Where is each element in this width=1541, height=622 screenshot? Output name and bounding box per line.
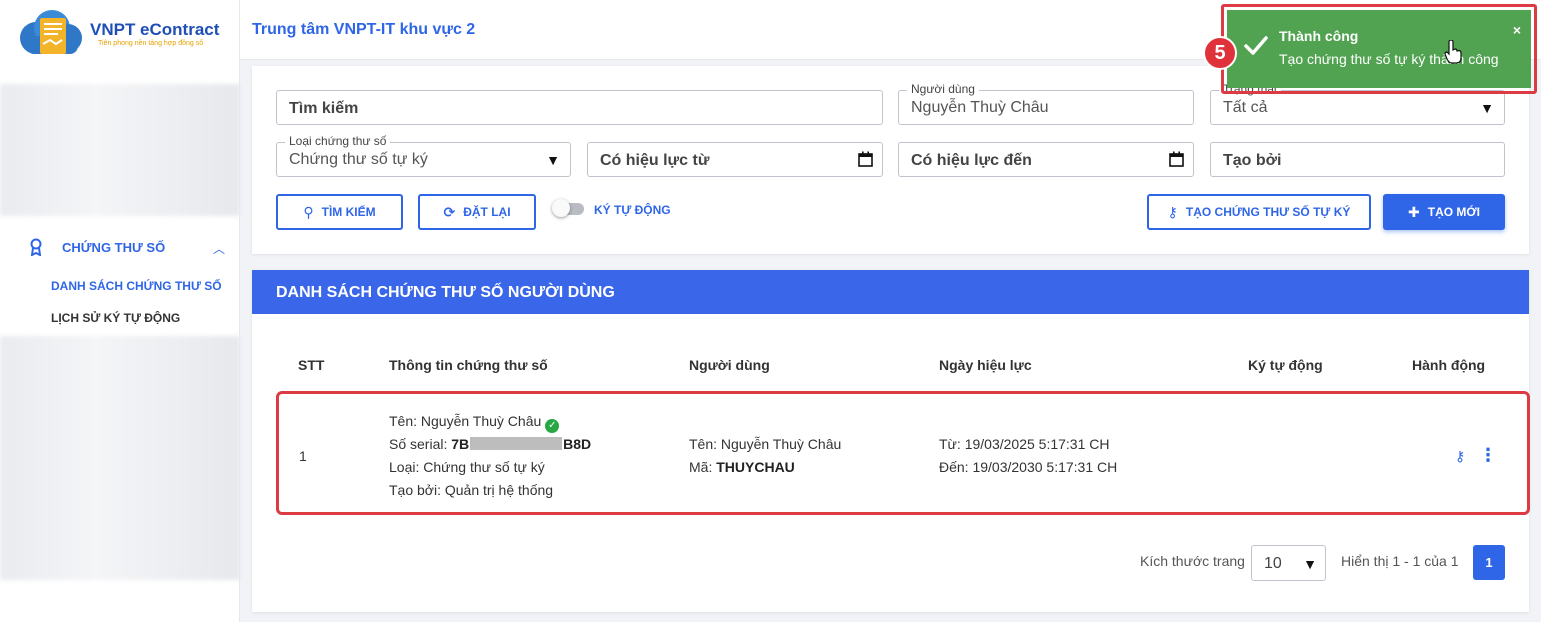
valid-from: Từ: 19/03/2025 5:17:31 CH: [939, 436, 1110, 452]
search-placeholder: Tìm kiếm: [289, 100, 359, 117]
page-size-label: Kích thước trang: [1140, 553, 1245, 569]
certificate-type-value: Chứng thư số tự ký: [289, 151, 428, 168]
brand-name: VNPT eContract: [90, 20, 220, 39]
search-icon: ⚲: [303, 203, 314, 220]
certificate-created-by: Tạo bởi: Quản trị hệ thống: [389, 482, 554, 498]
user-code: THUYCHAU: [716, 459, 795, 475]
user-field-value: Nguyễn Thuỳ Châu: [911, 99, 1049, 116]
table-title-bar: DANH SÁCH CHỨNG THƯ SỐ NGƯỜI DÙNG: [252, 270, 1529, 314]
user-field[interactable]: Người dùng Nguyễn Thuỳ Châu: [898, 82, 1194, 125]
create-self-signed-button[interactable]: ⚷ TẠO CHỨNG THƯ SỐ TỰ KÝ: [1147, 194, 1371, 230]
reset-button[interactable]: ⟳ ĐẶT LẠI: [418, 194, 536, 230]
page-size-select[interactable]: 10 ▼: [1251, 545, 1326, 581]
certificate-type-label: Loại chứng thư số: [285, 134, 391, 148]
certificate-type-select[interactable]: Loại chứng thư số Chứng thư số tự ký ▼: [276, 134, 571, 177]
search-button-label: TÌM KIẾM: [321, 205, 376, 219]
table-row[interactable]: 1 Tên: Nguyễn Thuỳ Châu ✓ Số serial: 7B B8…: [276, 391, 1530, 515]
verified-check-icon: ✓: [545, 419, 560, 433]
sidebar-item-auto-sign-history[interactable]: LỊCH SỬ KÝ TỰ ĐỘNG: [51, 311, 180, 325]
certificate-table-panel: DANH SÁCH CHỨNG THƯ SỐ NGƯỜI DÙNG STT Th…: [252, 270, 1530, 612]
valid-from-date-input[interactable]: Có hiệu lực từ: [587, 142, 883, 177]
column-header-validity: Ngày hiệu lực: [939, 357, 1032, 373]
validity-cell: Từ: 19/03/2025 5:17:31 CH Đến: 19/03/203…: [939, 433, 1117, 479]
column-header-certificate-info: Thông tin chứng thư số: [389, 357, 548, 373]
create-new-label: TẠO MỚI: [1427, 205, 1480, 219]
create-self-signed-label: TẠO CHỨNG THƯ SỐ TỰ KÝ: [1185, 205, 1351, 219]
certificate-icon: [30, 238, 42, 256]
certificate-name: Tên: Nguyễn Thuỳ Châu: [389, 413, 542, 429]
blurred-menu-items: [0, 84, 240, 216]
valid-from-placeholder: Có hiệu lực từ: [600, 152, 710, 169]
column-header-user: Người dùng: [689, 357, 770, 373]
created-by-placeholder: Tạo bởi: [1223, 152, 1282, 169]
user-cell: Tên: Nguyễn Thuỳ Châu Mã: THUYCHAU: [689, 433, 841, 479]
certificate-serial-line: Số serial: 7B B8D: [389, 433, 591, 456]
org-title: Trung tâm VNPT-IT khu vực 2: [252, 21, 476, 38]
created-by-input[interactable]: Tạo bởi: [1210, 142, 1505, 177]
valid-to: Đến: 19/03/2030 5:17:31 CH: [939, 459, 1118, 475]
hand-cursor-icon: [1444, 40, 1462, 64]
sidebar-item-certificate-list[interactable]: DANH SÁCH CHỨNG THƯ SỐ: [51, 279, 222, 293]
key-icon[interactable]: ⚷: [1455, 448, 1465, 465]
dropdown-arrow-icon: ▼: [1480, 100, 1494, 116]
key-icon: ⚷: [1167, 203, 1178, 220]
page-button-current[interactable]: 1: [1473, 545, 1505, 580]
user-code-line: Mã: THUYCHAU: [689, 456, 841, 479]
certificate-info-cell: Tên: Nguyễn Thuỳ Châu ✓ Số serial: 7B B8D …: [389, 410, 591, 502]
valid-to-date-input[interactable]: Có hiệu lực đến: [898, 142, 1194, 177]
blurred-menu-items: [0, 336, 240, 580]
brand-tagline: Tiên phong nền tảng hợp đồng số: [98, 40, 204, 47]
user-name: Tên: Nguyễn Thuỳ Châu: [689, 436, 842, 452]
auto-sign-toggle[interactable]: [552, 199, 584, 217]
status-select-value: Tất cả: [1223, 99, 1268, 116]
row-stt: 1: [299, 448, 307, 464]
brand-logo[interactable]: VNPT eContract Tiên phong nền tảng hợp đ…: [14, 8, 234, 64]
reset-button-label: ĐẶT LẠI: [463, 205, 511, 219]
filter-panel: Tìm kiếm Người dùng Nguyễn Thuỳ Châu Trạ…: [252, 66, 1529, 254]
serial-start: 7B: [451, 436, 470, 452]
user-code-label: Mã:: [689, 459, 717, 475]
calendar-icon[interactable]: [858, 151, 873, 167]
dropdown-arrow-icon: ▼: [1303, 556, 1317, 572]
sidebar-group-certificates[interactable]: CHỨNG THƯ SỐ ︿: [0, 232, 240, 262]
redacted-serial: [470, 437, 563, 450]
more-vertical-icon[interactable]: ⋮: [1479, 446, 1497, 464]
column-header-stt: STT: [298, 357, 325, 373]
status-select[interactable]: Trạng thái Tất cả ▼: [1210, 82, 1505, 125]
refresh-icon: ⟳: [443, 203, 456, 220]
plus-icon: ✚: [1408, 203, 1420, 220]
toast-highlight-frame: [1221, 4, 1537, 94]
step-number-badge: 5: [1203, 36, 1237, 70]
table-title: DANH SÁCH CHỨNG THƯ SỐ NGƯỜI DÙNG: [276, 284, 615, 301]
serial-label: Số serial:: [389, 436, 452, 452]
toggle-knob: [552, 199, 570, 217]
sidebar: VNPT eContract Tiên phong nền tảng hợp đ…: [0, 0, 240, 622]
certificate-type: Loại: Chứng thư số tự ký: [389, 459, 545, 475]
chevron-up-icon[interactable]: ︿: [213, 240, 225, 257]
auto-sign-toggle-label: KÝ TỰ ĐỘNG: [594, 203, 671, 217]
cloud-logo-icon: [20, 10, 82, 54]
serial-end: B8D: [563, 436, 592, 452]
certificate-name-line: Tên: Nguyễn Thuỳ Châu ✓: [389, 410, 591, 433]
search-input[interactable]: Tìm kiếm: [276, 90, 883, 125]
search-button[interactable]: ⚲ TÌM KIẾM: [276, 194, 403, 230]
calendar-icon[interactable]: [1169, 151, 1184, 167]
dropdown-arrow-icon: ▼: [546, 152, 560, 168]
page-size-value: 10: [1264, 555, 1282, 572]
user-field-label: Người dùng: [907, 82, 979, 96]
sidebar-group-label: CHỨNG THƯ SỐ: [62, 240, 166, 255]
valid-to-placeholder: Có hiệu lực đến: [911, 152, 1032, 169]
column-header-auto-sign: Ký tự động: [1248, 357, 1323, 373]
column-header-actions: Hành động: [1412, 357, 1486, 373]
pagination-summary: Hiển thị 1 - 1 của 1: [1341, 553, 1459, 569]
create-new-button[interactable]: ✚ TẠO MỚI: [1383, 194, 1505, 230]
